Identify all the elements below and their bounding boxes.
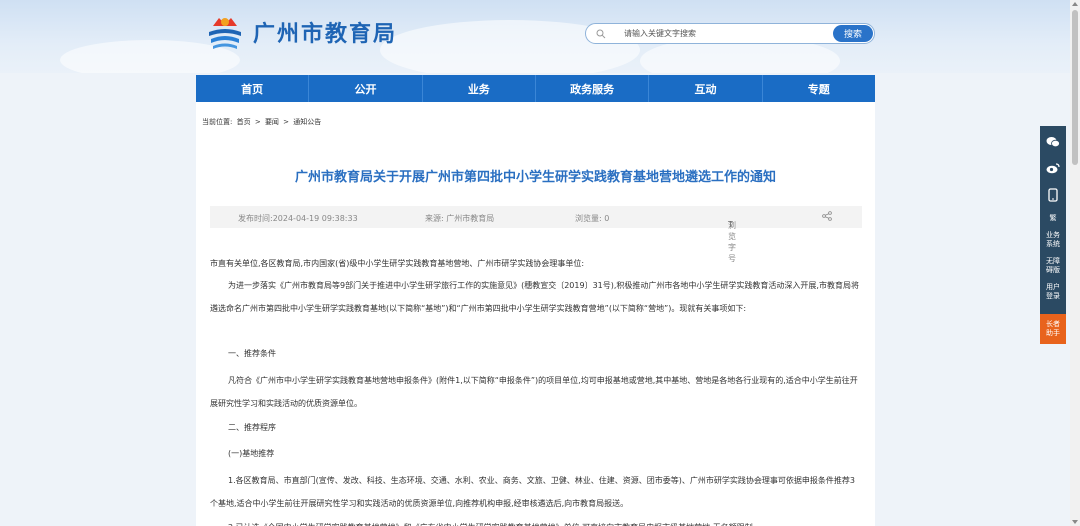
- site-title: 广州市教育局: [253, 22, 398, 47]
- nav-item-services[interactable]: 政务服务: [536, 75, 650, 102]
- breadcrumb-prefix: 当前位置:: [202, 118, 233, 126]
- wechat-icon[interactable]: [1040, 129, 1066, 155]
- accessible-label: 无障碍版: [1046, 257, 1060, 274]
- share-icon[interactable]: [822, 211, 832, 223]
- nav-item-topics[interactable]: 专题: [763, 75, 875, 102]
- scrollbar-thumb[interactable]: [1072, 10, 1078, 165]
- nav-item-public[interactable]: 公开: [309, 75, 423, 102]
- paragraph: 市直有关单位,各区教育局,市内国家(省)级中小学生研学实践教育基地营地、广州市研…: [210, 259, 585, 268]
- main-nav: 首页 公开 业务 政务服务 互动 专题: [196, 75, 875, 102]
- breadcrumb: 当前位置: 首页 > 要闻 > 通知公告: [202, 117, 323, 127]
- paragraph: 一、推荐条件: [228, 349, 276, 358]
- nav-item-home[interactable]: 首页: [196, 75, 310, 102]
- header-banner: 广州市教育局 搜索: [0, 0, 1080, 73]
- business-system-button[interactable]: 业务系统: [1040, 227, 1066, 253]
- accessible-version-button[interactable]: 无障碍版: [1040, 253, 1066, 279]
- traditional-chinese-button[interactable]: 繁: [1040, 209, 1066, 227]
- floating-sidebar: 繁 业务系统 无障碍版 用户登录 长者助手: [1040, 126, 1066, 344]
- search-icon: [590, 24, 612, 43]
- search-input[interactable]: [612, 29, 822, 38]
- search-button[interactable]: 搜索: [833, 25, 873, 42]
- elder-helper-button[interactable]: 长者助手: [1040, 314, 1066, 344]
- scroll-down-arrow-icon[interactable]: [1072, 520, 1078, 524]
- business-system-label: 业务系统: [1046, 231, 1060, 248]
- breadcrumb-notices[interactable]: 通知公告: [293, 118, 321, 126]
- paragraph: 凡符合《广州市中小学生研学实践教育基地营地申报条件》(附件1,以下简称“申报条件…: [210, 376, 858, 408]
- article-title: 广州市教育局关于开展广州市第四批中小学生研学实践教育基地营地遴选工作的通知: [294, 170, 776, 185]
- elder-helper-label: 长者助手: [1046, 320, 1060, 337]
- page-scrollbar[interactable]: [1070, 0, 1080, 526]
- publish-time: 发布时间:2024-04-19 09:38:33: [238, 214, 358, 223]
- breadcrumb-separator: >: [283, 118, 290, 126]
- breadcrumb-home[interactable]: 首页: [237, 118, 251, 126]
- paragraph: 2.已认选《全国中小学生研学实践教育基地营地》和《广东省中小学生研学实践教育基地…: [210, 516, 862, 526]
- breadcrumb-news[interactable]: 要闻: [265, 118, 279, 126]
- nav-item-interaction[interactable]: 互动: [649, 75, 763, 102]
- breadcrumb-separator: >: [254, 118, 261, 126]
- paragraph: (一)基地推荐: [228, 449, 275, 458]
- article-content: 当前位置: 首页 > 要闻 > 通知公告 广州市教育局关于开展广州市第四批中小学…: [196, 102, 875, 526]
- user-login-button[interactable]: 用户登录: [1040, 279, 1066, 305]
- weibo-icon[interactable]: [1040, 155, 1066, 181]
- article-meta: 发布时间:2024-04-19 09:38:33 来源: 广州市教育局 浏览量:…: [210, 206, 862, 263]
- paragraph: 二、推荐程序: [228, 423, 276, 432]
- view-count: 浏览量: 0: [575, 214, 610, 223]
- nav-item-business[interactable]: 业务: [423, 75, 536, 102]
- user-login-label: 用户登录: [1046, 283, 1060, 300]
- site-logo[interactable]: 广州市教育局: [205, 12, 397, 52]
- mobile-icon[interactable]: [1040, 181, 1066, 209]
- article-source: 来源: 广州市教育局: [425, 214, 495, 223]
- search-box: 搜索: [585, 23, 875, 44]
- traditional-label: 繁: [1049, 213, 1057, 222]
- scroll-up-arrow-icon[interactable]: [1072, 2, 1078, 6]
- paragraph: 为进一步落实《广州市教育局等9部门关于推进中小学生研学旅行工作的实施意见》(穗教…: [210, 281, 859, 313]
- paragraph: 1.各区教育局、市直部门(宣传、发改、科技、生态环境、交通、水利、农业、商务、文…: [210, 476, 855, 508]
- emblem-icon: [205, 14, 245, 50]
